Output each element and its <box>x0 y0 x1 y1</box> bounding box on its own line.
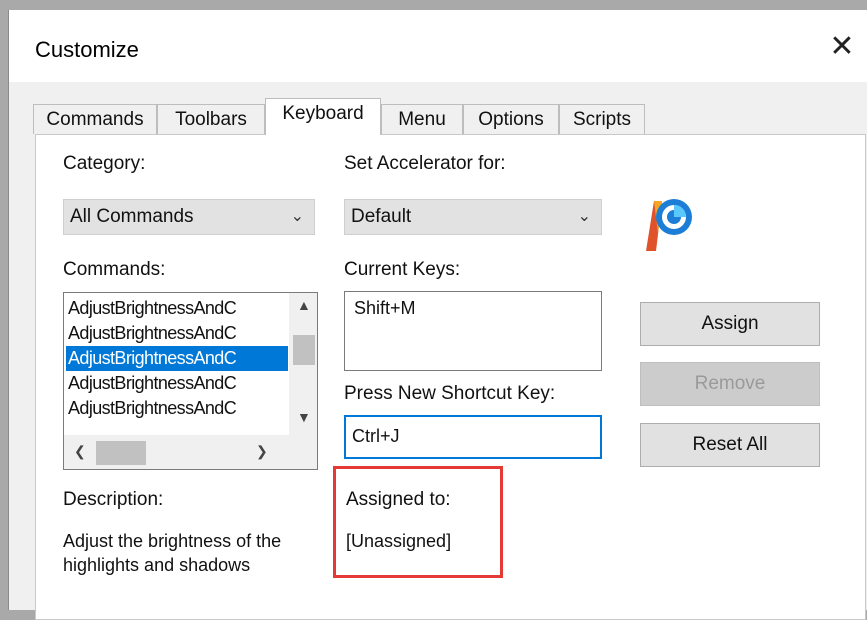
current-keys-label: Current Keys: <box>344 259 461 280</box>
keyboard-panel: Category: All Commands ⌄ Set Accelerator… <box>35 134 866 620</box>
reset-all-button[interactable]: Reset All <box>640 423 820 467</box>
accelerator-label: Set Accelerator for: <box>344 153 506 174</box>
scroll-left-icon[interactable]: ❮ <box>74 443 86 460</box>
description-line-2: highlights and shadows <box>63 555 251 575</box>
app-logo-icon <box>646 199 692 251</box>
scroll-up-icon[interactable]: ▲ <box>297 297 311 313</box>
list-item[interactable]: AdjustBrightnessAndC <box>66 396 288 421</box>
description-label: Description: <box>63 489 164 510</box>
accelerator-dropdown[interactable]: Default ⌄ <box>344 199 602 235</box>
list-item[interactable]: AdjustBrightnessAndC <box>66 371 288 396</box>
category-label: Category: <box>63 153 146 174</box>
annotation-highlight-box <box>333 466 503 578</box>
description-line-1: Adjust the brightness of the <box>63 531 282 551</box>
current-key-item[interactable]: Shift+M <box>354 298 416 318</box>
new-shortcut-label: Press New Shortcut Key: <box>344 383 556 404</box>
scroll-right-icon[interactable]: ❯ <box>256 443 268 460</box>
remove-button[interactable]: Remove <box>640 362 820 406</box>
assign-button[interactable]: Assign <box>640 302 820 346</box>
commands-list[interactable]: AdjustBrightnessAndC AdjustBrightnessAnd… <box>63 292 318 470</box>
tab-commands[interactable]: Commands <box>33 104 157 134</box>
close-icon[interactable]: ✕ <box>822 30 862 64</box>
tab-menu[interactable]: Menu <box>381 104 463 134</box>
dialog-title: Customize <box>35 37 139 62</box>
horizontal-scrollbar[interactable]: ❮ ❯ <box>64 435 317 469</box>
title-bar: Customize ✕ <box>9 10 867 82</box>
list-item[interactable]: AdjustBrightnessAndC <box>66 321 288 346</box>
category-dropdown[interactable]: All Commands ⌄ <box>63 199 315 235</box>
tab-options[interactable]: Options <box>463 104 559 134</box>
tab-scripts[interactable]: Scripts <box>559 104 645 134</box>
horizontal-scroll-thumb[interactable] <box>96 441 146 465</box>
commands-label: Commands: <box>63 259 166 280</box>
accelerator-value: Default <box>351 206 412 227</box>
category-value: All Commands <box>70 206 194 227</box>
vertical-scrollbar[interactable]: ▲ ▼ <box>289 293 317 435</box>
list-item-selected[interactable]: AdjustBrightnessAndC <box>66 346 288 371</box>
chevron-down-icon: ⌄ <box>290 208 304 225</box>
customize-dialog: Customize ✕ Commands Toolbars Keyboard M… <box>8 10 867 620</box>
current-keys-list[interactable]: Shift+M <box>344 291 602 371</box>
list-item[interactable]: AdjustBrightnessAndC <box>66 296 288 321</box>
new-shortcut-input[interactable]: Ctrl+J <box>344 415 602 459</box>
scroll-down-icon[interactable]: ▼ <box>297 409 311 425</box>
vertical-scroll-thumb[interactable] <box>293 335 315 365</box>
tab-keyboard[interactable]: Keyboard <box>265 98 381 135</box>
chevron-down-icon: ⌄ <box>577 208 591 225</box>
tab-toolbars[interactable]: Toolbars <box>157 104 265 134</box>
